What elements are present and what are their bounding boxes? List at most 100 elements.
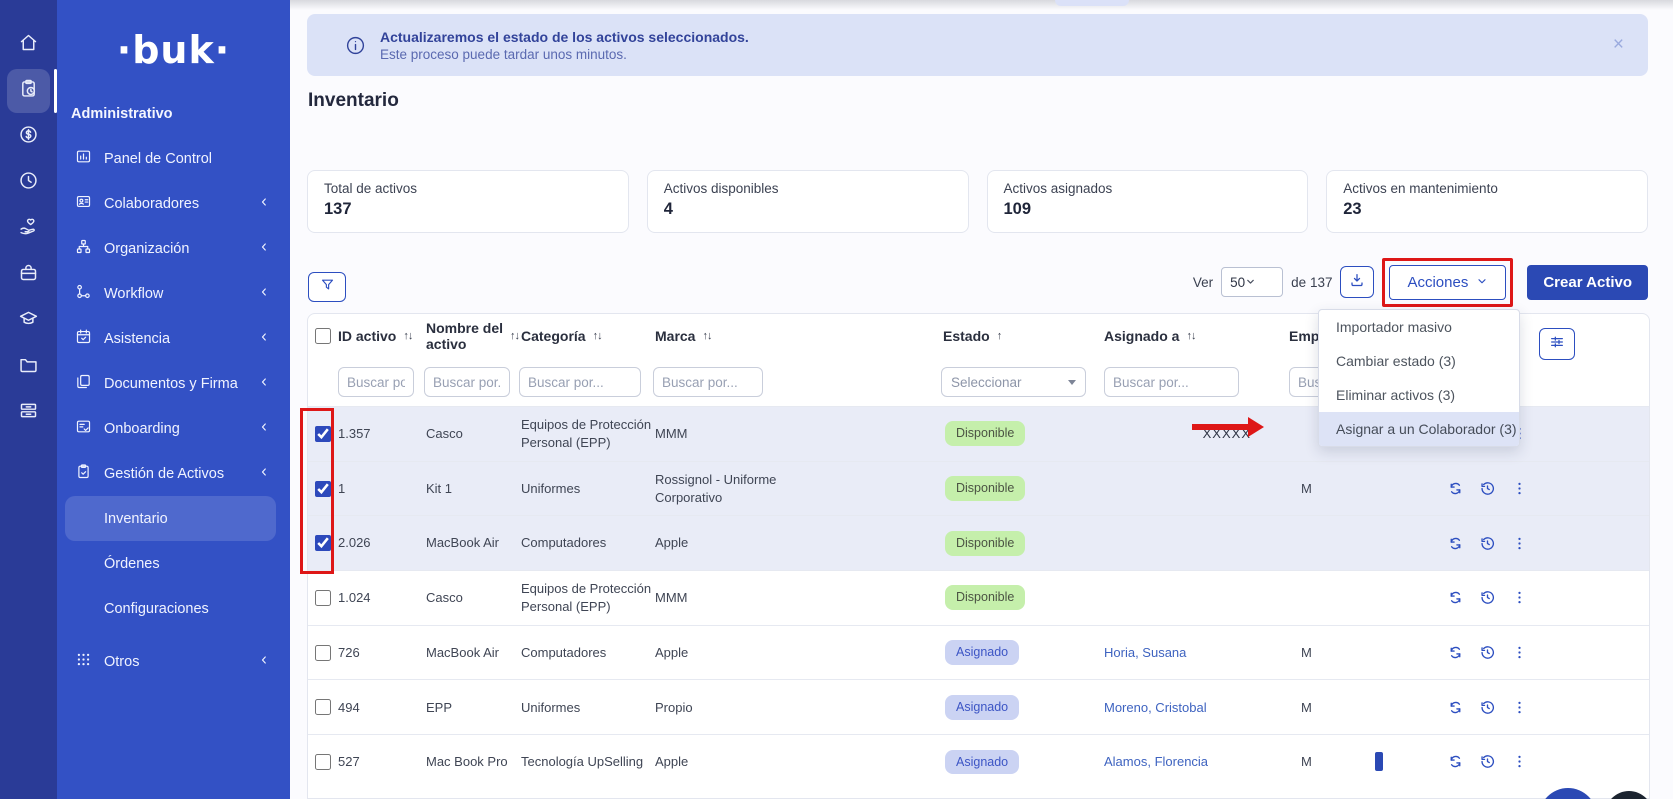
actions-button[interactable]: Acciones bbox=[1389, 265, 1506, 300]
kebab-menu-icon[interactable] bbox=[1511, 699, 1528, 716]
assigned-person-link[interactable]: Alamos, Florencia bbox=[1104, 754, 1208, 769]
column-header-marca[interactable]: Marca↑↓ bbox=[653, 328, 936, 344]
change-state-icon[interactable] bbox=[1447, 589, 1464, 606]
sidebar-item-configuraciones[interactable]: Configuraciones bbox=[57, 586, 290, 631]
cell-empresa: M bbox=[1281, 699, 1401, 717]
sort-icon: ↑↓ bbox=[510, 330, 519, 342]
rail-training-item[interactable] bbox=[0, 298, 57, 344]
sidebar-item-panel-de-control[interactable]: Panel de Control bbox=[57, 136, 290, 181]
cell-nombre: Mac Book Pro bbox=[424, 753, 519, 771]
rail-compensation-item[interactable] bbox=[0, 252, 57, 298]
cell-id: 1 bbox=[336, 480, 424, 498]
clipboard-check-icon bbox=[75, 463, 104, 484]
info-banner: Actualizaremos el estado de los activos … bbox=[307, 14, 1648, 76]
row-checkbox[interactable] bbox=[315, 535, 331, 551]
create-asset-button[interactable]: Crear Activo bbox=[1527, 265, 1648, 300]
history-icon[interactable] bbox=[1479, 644, 1496, 661]
cell-id: 494 bbox=[336, 699, 424, 717]
rail-payroll-item[interactable] bbox=[0, 114, 57, 160]
cell-marca: MMM bbox=[653, 425, 813, 443]
rail-time-item[interactable] bbox=[0, 160, 57, 206]
row-checkbox[interactable] bbox=[315, 481, 331, 497]
kebab-menu-icon[interactable] bbox=[1511, 535, 1528, 552]
row-checkbox[interactable] bbox=[315, 754, 331, 770]
column-header-categoria[interactable]: Categoría↑↓ bbox=[519, 328, 653, 344]
row-checkbox[interactable] bbox=[315, 590, 331, 606]
stat-value: 4 bbox=[664, 200, 952, 219]
kebab-menu-icon[interactable] bbox=[1511, 589, 1528, 606]
change-state-icon[interactable] bbox=[1447, 699, 1464, 716]
kebab-menu-icon[interactable] bbox=[1511, 644, 1528, 661]
sidebar-item-workflow[interactable]: Workflow bbox=[57, 271, 290, 316]
chevron-left-icon bbox=[258, 331, 270, 347]
menu-item-asignar-colaborador[interactable]: Asignar a un Colaborador (3) bbox=[1319, 412, 1519, 446]
table-row: 1.024 Casco Equipos de Protección Person… bbox=[308, 570, 1649, 625]
actions-dropdown-menu: Importador masivo Cambiar estado (3) Eli… bbox=[1318, 309, 1520, 447]
sidebar-item-documentos-y-firma[interactable]: Documentos y Firma bbox=[57, 361, 290, 406]
rail-benefits-item[interactable] bbox=[0, 206, 57, 252]
change-state-icon[interactable] bbox=[1447, 644, 1464, 661]
stat-label: Activos en mantenimiento bbox=[1343, 181, 1631, 196]
sidebar-item-otros[interactable]: Otros bbox=[57, 639, 290, 684]
kebab-menu-icon[interactable] bbox=[1511, 480, 1528, 497]
cell-categoria: Tecnología UpSelling bbox=[519, 753, 653, 771]
assigned-person-link[interactable]: Moreno, Cristobal bbox=[1104, 700, 1207, 715]
sidebar-item-onboarding[interactable]: Onboarding bbox=[57, 406, 290, 451]
row-checkbox[interactable] bbox=[315, 699, 331, 715]
row-checkbox[interactable] bbox=[315, 645, 331, 661]
column-settings-button[interactable] bbox=[1539, 328, 1575, 360]
filter-button[interactable] bbox=[308, 272, 346, 302]
page-size-select[interactable]: 50 bbox=[1221, 267, 1283, 297]
filter-categoria-input[interactable] bbox=[519, 367, 641, 397]
filter-nombre-input[interactable] bbox=[424, 367, 510, 397]
sidebar-item-asistencia[interactable]: Asistencia bbox=[57, 316, 290, 361]
sidebar-item-inventario[interactable]: Inventario bbox=[65, 496, 276, 541]
sidebar-item-gestion-de-activos[interactable]: Gestión de Activos bbox=[57, 451, 290, 496]
change-state-icon[interactable] bbox=[1447, 535, 1464, 552]
dashboard-panel-icon bbox=[75, 148, 104, 169]
kebab-menu-icon[interactable] bbox=[1511, 753, 1528, 770]
history-icon[interactable] bbox=[1479, 699, 1496, 716]
sidebar-item-colaboradores[interactable]: Colaboradores bbox=[57, 181, 290, 226]
select-all-checkbox[interactable] bbox=[315, 328, 331, 344]
org-chart-icon bbox=[75, 238, 104, 259]
change-state-icon[interactable] bbox=[1447, 480, 1464, 497]
sidebar-item-organizacion[interactable]: Organización bbox=[57, 226, 290, 271]
sidebar-item-ordenes[interactable]: Órdenes bbox=[57, 541, 290, 586]
status-badge: Asignado bbox=[945, 750, 1019, 775]
rail-archive-item[interactable] bbox=[0, 390, 57, 436]
filter-id-input[interactable] bbox=[338, 367, 414, 397]
compensation-box-icon bbox=[18, 262, 39, 288]
rail-documents-item[interactable] bbox=[0, 344, 57, 390]
status-badge: Disponible bbox=[945, 531, 1025, 556]
column-header-asignado[interactable]: Asignado a↑↓ bbox=[1096, 328, 1281, 344]
assigned-person-link[interactable]: Horia, Susana bbox=[1104, 645, 1186, 660]
row-checkbox[interactable] bbox=[315, 426, 331, 442]
rail-assets-item[interactable] bbox=[0, 68, 57, 114]
filter-asignado-input[interactable] bbox=[1104, 367, 1239, 397]
change-state-icon[interactable] bbox=[1447, 753, 1464, 770]
annotation-box-acciones: Acciones bbox=[1382, 258, 1513, 307]
download-button[interactable] bbox=[1340, 266, 1374, 298]
caret-down-icon bbox=[1068, 380, 1076, 385]
menu-item-cambiar-estado[interactable]: Cambiar estado (3) bbox=[1319, 344, 1519, 378]
filter-marca-input[interactable] bbox=[653, 367, 763, 397]
history-icon[interactable] bbox=[1479, 589, 1496, 606]
cell-empresa: M bbox=[1281, 644, 1401, 662]
stat-card-disponibles: Activos disponibles 4 bbox=[647, 170, 969, 233]
stat-value: 137 bbox=[324, 200, 612, 219]
column-header-nombre[interactable]: Nombre del activo↑↓ bbox=[424, 320, 519, 352]
history-icon[interactable] bbox=[1479, 535, 1496, 552]
history-icon[interactable] bbox=[1479, 753, 1496, 770]
column-header-id[interactable]: ID activo↑↓ bbox=[336, 328, 424, 344]
close-icon[interactable]: × bbox=[1613, 34, 1624, 56]
cell-marca: MMM bbox=[653, 589, 813, 607]
menu-item-eliminar-activos[interactable]: Eliminar activos (3) bbox=[1319, 378, 1519, 412]
history-icon[interactable] bbox=[1479, 480, 1496, 497]
filter-estado-select[interactable]: Seleccionar bbox=[941, 367, 1086, 397]
rail-home-item[interactable] bbox=[0, 22, 57, 68]
sort-asc-icon: ↑ bbox=[997, 330, 1002, 342]
menu-item-importador-masivo[interactable]: Importador masivo bbox=[1319, 310, 1519, 344]
table-row: 1 Kit 1 Uniformes Rossignol - Uniforme C… bbox=[308, 461, 1649, 516]
column-header-estado[interactable]: Estado↑ bbox=[936, 328, 1096, 344]
